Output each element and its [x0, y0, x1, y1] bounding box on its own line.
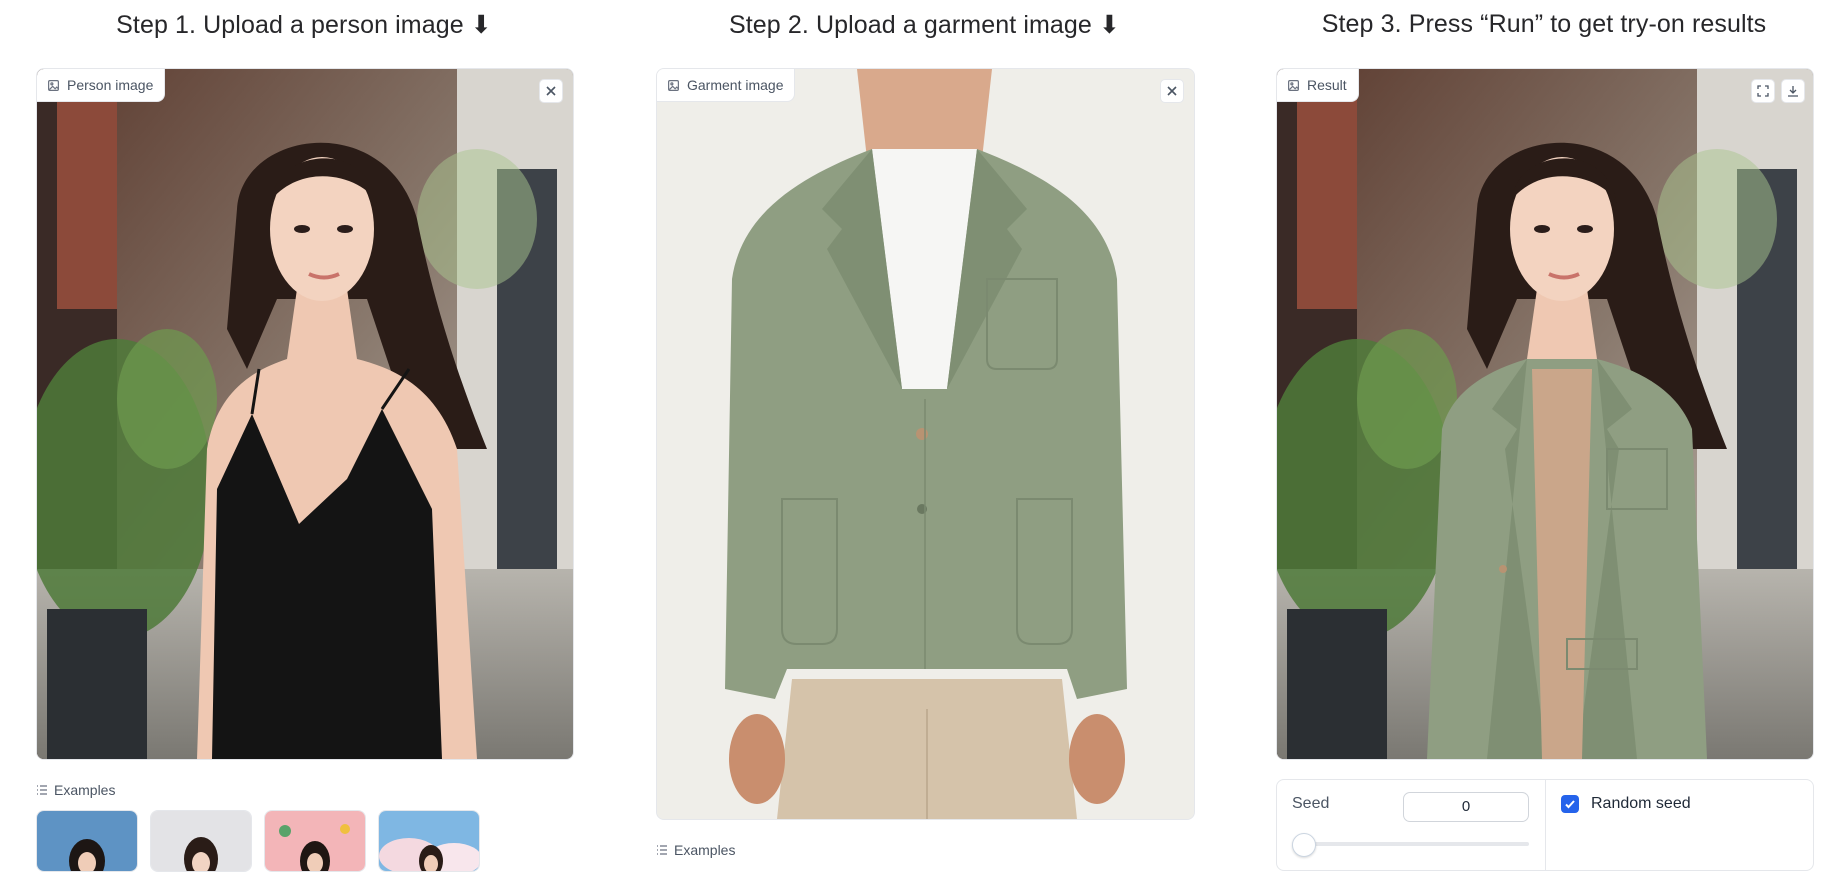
close-icon: [546, 86, 556, 96]
garment-photo: [657, 69, 1194, 819]
list-icon: [657, 845, 667, 855]
image-icon: [48, 79, 59, 91]
close-icon: [1167, 86, 1177, 96]
fullscreen-icon: [1757, 85, 1769, 97]
result-image: Result: [1276, 68, 1814, 760]
check-icon: [1565, 800, 1575, 809]
garment-examples-label: Examples: [656, 842, 735, 858]
person-example-thumbnail[interactable]: [378, 810, 480, 872]
garment-image-label-text: Garment image: [687, 77, 784, 93]
examples-label-text: Examples: [54, 782, 116, 798]
clear-garment-image-button[interactable]: [1160, 79, 1184, 103]
clear-person-image-button[interactable]: [539, 79, 563, 103]
download-button[interactable]: [1781, 79, 1805, 103]
person-examples-gallery: [36, 810, 480, 872]
image-icon: [668, 79, 679, 91]
random-seed-label: Random seed: [1591, 795, 1691, 812]
person-examples-label: Examples: [36, 782, 115, 798]
garment-image-upload[interactable]: Garment image: [656, 68, 1195, 820]
list-icon: [37, 785, 47, 795]
fullscreen-button[interactable]: [1751, 79, 1775, 103]
random-seed-checkbox[interactable]: [1561, 795, 1579, 813]
step-2-title: Step 2. Upload a garment image ⬇: [728, 11, 1121, 39]
seed-settings-panel: Seed 0 Random seed: [1276, 779, 1814, 871]
step-1-title: Step 1. Upload a person image ⬇: [116, 11, 492, 39]
seed-slider-handle[interactable]: [1292, 833, 1316, 857]
settings-divider: [1545, 780, 1546, 870]
person-photo: [37, 69, 573, 759]
step-3-title: Step 3. Press “Run” to get try-on result…: [1321, 10, 1767, 38]
download-icon: [1788, 86, 1798, 97]
result-photo: [1277, 69, 1813, 759]
person-image-label-text: Person image: [67, 77, 154, 93]
person-image-upload[interactable]: Person image: [36, 68, 574, 760]
result-image-label-text: Result: [1307, 77, 1347, 93]
seed-slider-track[interactable]: [1305, 842, 1529, 846]
person-example-thumbnail[interactable]: [150, 810, 252, 872]
seed-label: Seed: [1292, 795, 1330, 812]
seed-input[interactable]: 0: [1403, 792, 1529, 822]
examples-label-text: Examples: [674, 842, 736, 858]
garment-image-label: Garment image: [657, 69, 796, 102]
person-example-thumbnail[interactable]: [36, 810, 138, 872]
result-image-label: Result: [1277, 69, 1359, 102]
person-image-label: Person image: [37, 69, 166, 102]
person-example-thumbnail[interactable]: [264, 810, 366, 872]
image-icon: [1288, 79, 1299, 91]
